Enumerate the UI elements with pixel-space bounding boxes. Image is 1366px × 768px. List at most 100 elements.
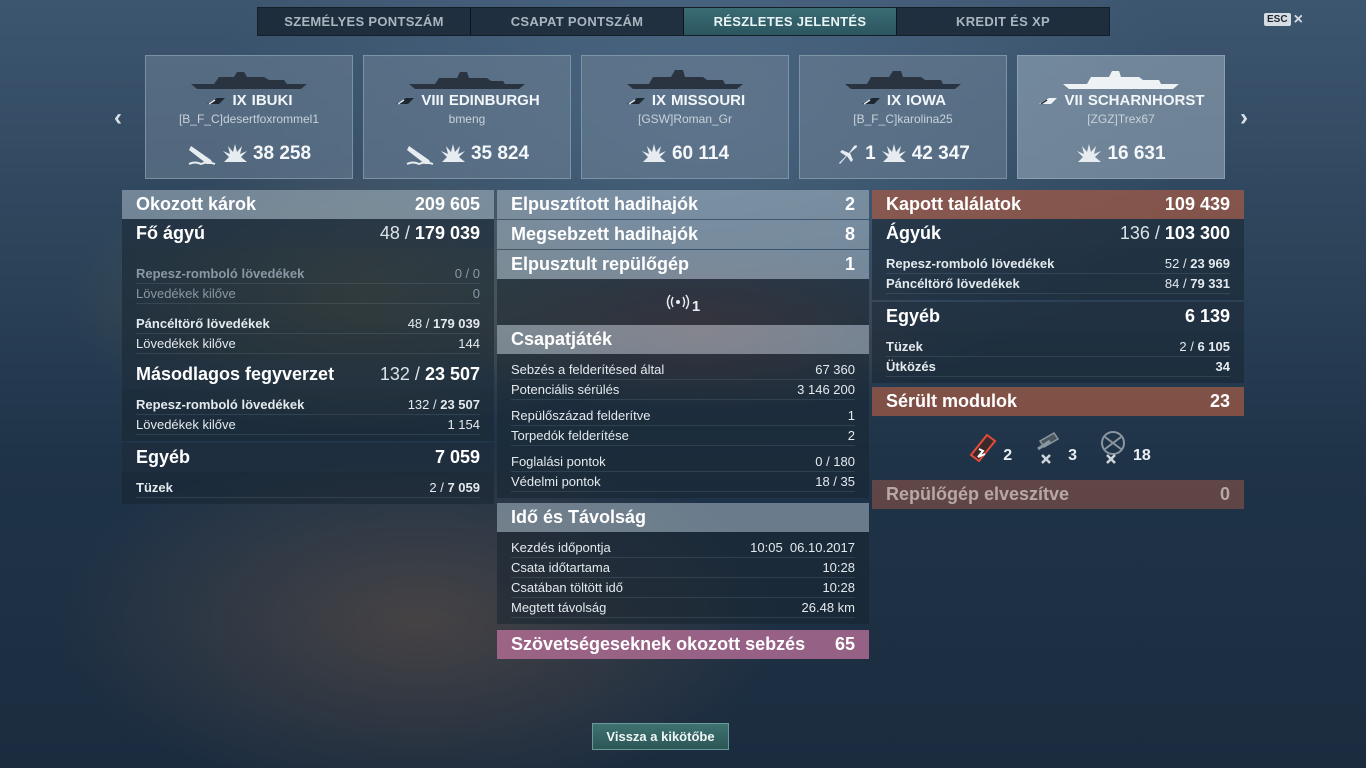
back-to-port-button[interactable]: Vissza a kikötőbe <box>592 723 729 750</box>
hits-value: 2 <box>429 480 437 495</box>
header-label: Egyéb <box>136 447 191 467</box>
header-value: 109 439 <box>1164 194 1230 214</box>
damage-value: 7 059 <box>447 480 480 495</box>
ship-name: VII SCHARNHORST <box>1018 92 1224 109</box>
header-value: 48 / 179 039 <box>380 223 480 244</box>
stat-row: Megtett távolság 26.48 km <box>511 598 855 618</box>
hits-value: 132 <box>379 364 410 384</box>
hits-value: 2 <box>1179 339 1187 354</box>
header-label: Okozott károk <box>136 194 257 214</box>
damage-burst-icon <box>881 144 906 162</box>
damage-value: 35 824 <box>470 143 530 164</box>
battleship-class-icon <box>1039 97 1058 105</box>
ship-card[interactable]: IX IOWA [B_F_C]karolina25 1 42 347 <box>799 55 1007 179</box>
ship-name: VIII EDINBURGH <box>364 92 570 109</box>
damage-value: 103 300 <box>1164 223 1230 243</box>
stat-row: Foglalási pontok 0 / 180 <box>511 452 855 472</box>
hits-value: 132 <box>407 397 430 412</box>
stat-label: Ütközés <box>886 359 936 374</box>
stat-value: 26.48 km <box>801 600 855 615</box>
ship-card[interactable]: IX MISSOURI [GSW]Roman_Gr 60 114 <box>581 55 789 179</box>
secondary-header: Másodlagos fegyverzet 132 / 23 507 <box>122 360 494 389</box>
tab-detailed-report[interactable]: RÉSZLETES JELENTÉS <box>684 8 897 35</box>
ship-name: IX IBUKI <box>146 92 352 109</box>
card-stats: 1 42 347 <box>800 142 1006 166</box>
damage-value: 23 507 <box>440 397 480 412</box>
battleship-class-icon <box>861 97 880 105</box>
hits-value: 84 <box>1164 276 1180 291</box>
other-received-header: Egyéb 6 139 <box>872 302 1244 331</box>
header-value: 2 <box>844 194 855 214</box>
tab-team-score[interactable]: CSAPAT PONTSZÁM <box>471 8 684 35</box>
ships-destroyed-header: Elpusztított hadihajók 2 <box>497 190 869 219</box>
header-value: 132 / 23 507 <box>380 364 480 385</box>
engine-damaged-icon <box>969 433 997 463</box>
stat-label: Megtett távolság <box>511 600 607 615</box>
player-name: [B_F_C]desertfoxrommel1 <box>178 112 320 126</box>
ally-damage-header: Szövetségeseknek okozott sebzés 65 <box>497 630 869 659</box>
stat-row: Csatában töltött idő 10:28 <box>511 578 855 598</box>
damage-burst-icon <box>440 144 465 162</box>
header-value: 8 <box>844 224 855 244</box>
stat-value: 34 <box>1215 359 1230 374</box>
header-label: Másodlagos fegyverzet <box>136 364 335 384</box>
battleship-class-icon <box>626 97 645 105</box>
header-label: Elpusztult repülőgép <box>511 254 689 274</box>
ship-card[interactable]: VIII EDINBURGH bmeng 35 824 <box>363 55 571 179</box>
stat-label: Repesz-romboló lövedékek <box>136 266 305 281</box>
prev-arrow-icon[interactable]: ‹ <box>114 104 122 132</box>
damage-value: 16 631 <box>1107 143 1166 164</box>
separator: / <box>409 364 425 384</box>
close-button[interactable]: ESC × <box>1264 11 1303 27</box>
stat-label: Foglalási pontok <box>511 454 606 469</box>
damage-burst-icon <box>222 144 247 162</box>
ship-card[interactable]: IX IBUKI [B_F_C]desertfoxrommel1 38 258 <box>145 55 353 179</box>
stat-label: Tüzek <box>886 339 923 354</box>
damage-burst-icon <box>1077 144 1102 162</box>
ship-silhouette-icon <box>1063 71 1179 89</box>
received-damage-panel: Kapott találatok 109 439 Ágyúk 136 / 103… <box>872 190 1244 509</box>
teamplay-details: Sebzés a felderítésed által 67 360 Potenc… <box>497 354 869 498</box>
ship-card-selected[interactable]: VII SCHARNHORST [ZGZ]Trex67 16 631 <box>1017 55 1225 179</box>
stat-label: Lövedékek kilőve <box>136 336 236 351</box>
stat-row: Tüzek 2 / 6 105 <box>886 337 1230 357</box>
stat-label: Kezdés időpontja <box>511 540 611 555</box>
plane-shot-icon <box>839 145 858 164</box>
stat-row: Lövedékek kilőve 1 154 <box>136 415 480 435</box>
header-label: Ágyúk <box>886 223 942 243</box>
player-name: [B_F_C]karolina25 <box>853 112 953 126</box>
header-label: Idő és Távolság <box>511 507 647 527</box>
stat-value: 3 146 200 <box>797 382 855 397</box>
tab-personal-score[interactable]: SZEMÉLYES PONTSZÁM <box>258 8 471 35</box>
header-label: Szövetségeseknek okozott sebzés <box>511 634 806 654</box>
stat-row: Ütközés 34 <box>886 357 1230 377</box>
tab-credits-xp[interactable]: KREDIT ÉS XP <box>897 8 1109 35</box>
other-received-details: Tüzek 2 / 6 105 Ütközés 34 <box>872 331 1244 383</box>
ship-title: IBUKI <box>251 92 293 109</box>
close-icon[interactable]: × <box>1294 11 1303 27</box>
card-stats: 38 258 <box>146 142 352 166</box>
stat-row: Páncéltörő lövedékek 48 / 179 039 <box>136 314 480 334</box>
stat-row: Repesz-romboló lövedékek 0 / 0 <box>136 264 480 284</box>
stat-row: Sebzés a felderítésed által 67 360 <box>511 360 855 380</box>
damage-value: 23 507 <box>424 364 480 384</box>
ship-silhouette-icon <box>845 71 961 89</box>
stat-row: Lövedékek kilőve 0 <box>136 284 480 304</box>
secondary-details: Repesz-romboló lövedékek 132 / 23 507 Löv… <box>122 389 494 441</box>
module-item: 3 <box>1030 429 1077 465</box>
stat-label: Páncéltörő lövedékek <box>136 316 270 331</box>
damaged-modules-header: Sérült modulok 23 <box>872 387 1244 416</box>
received-hits-header: Kapott találatok 109 439 <box>872 190 1244 219</box>
damage-dealt-panel: Okozott károk 209 605 Fő ágyú 48 / 179 0… <box>122 190 494 504</box>
next-arrow-icon[interactable]: › <box>1240 104 1248 132</box>
separator: / <box>399 223 415 243</box>
stat-row: Tüzek 2 / 7 059 <box>136 478 480 498</box>
esc-key-label: ESC <box>1264 13 1291 26</box>
header-label: Fő ágyú <box>136 223 206 243</box>
ship-tier: VII <box>1064 92 1083 109</box>
damage-value: 79 331 <box>1190 276 1230 291</box>
ship-tier: IX <box>886 92 902 109</box>
ship-title: SCHARNHORST <box>1087 92 1205 109</box>
sunk-ship-icon <box>406 146 434 166</box>
stat-value: 2 / 6 105 <box>1179 339 1230 354</box>
